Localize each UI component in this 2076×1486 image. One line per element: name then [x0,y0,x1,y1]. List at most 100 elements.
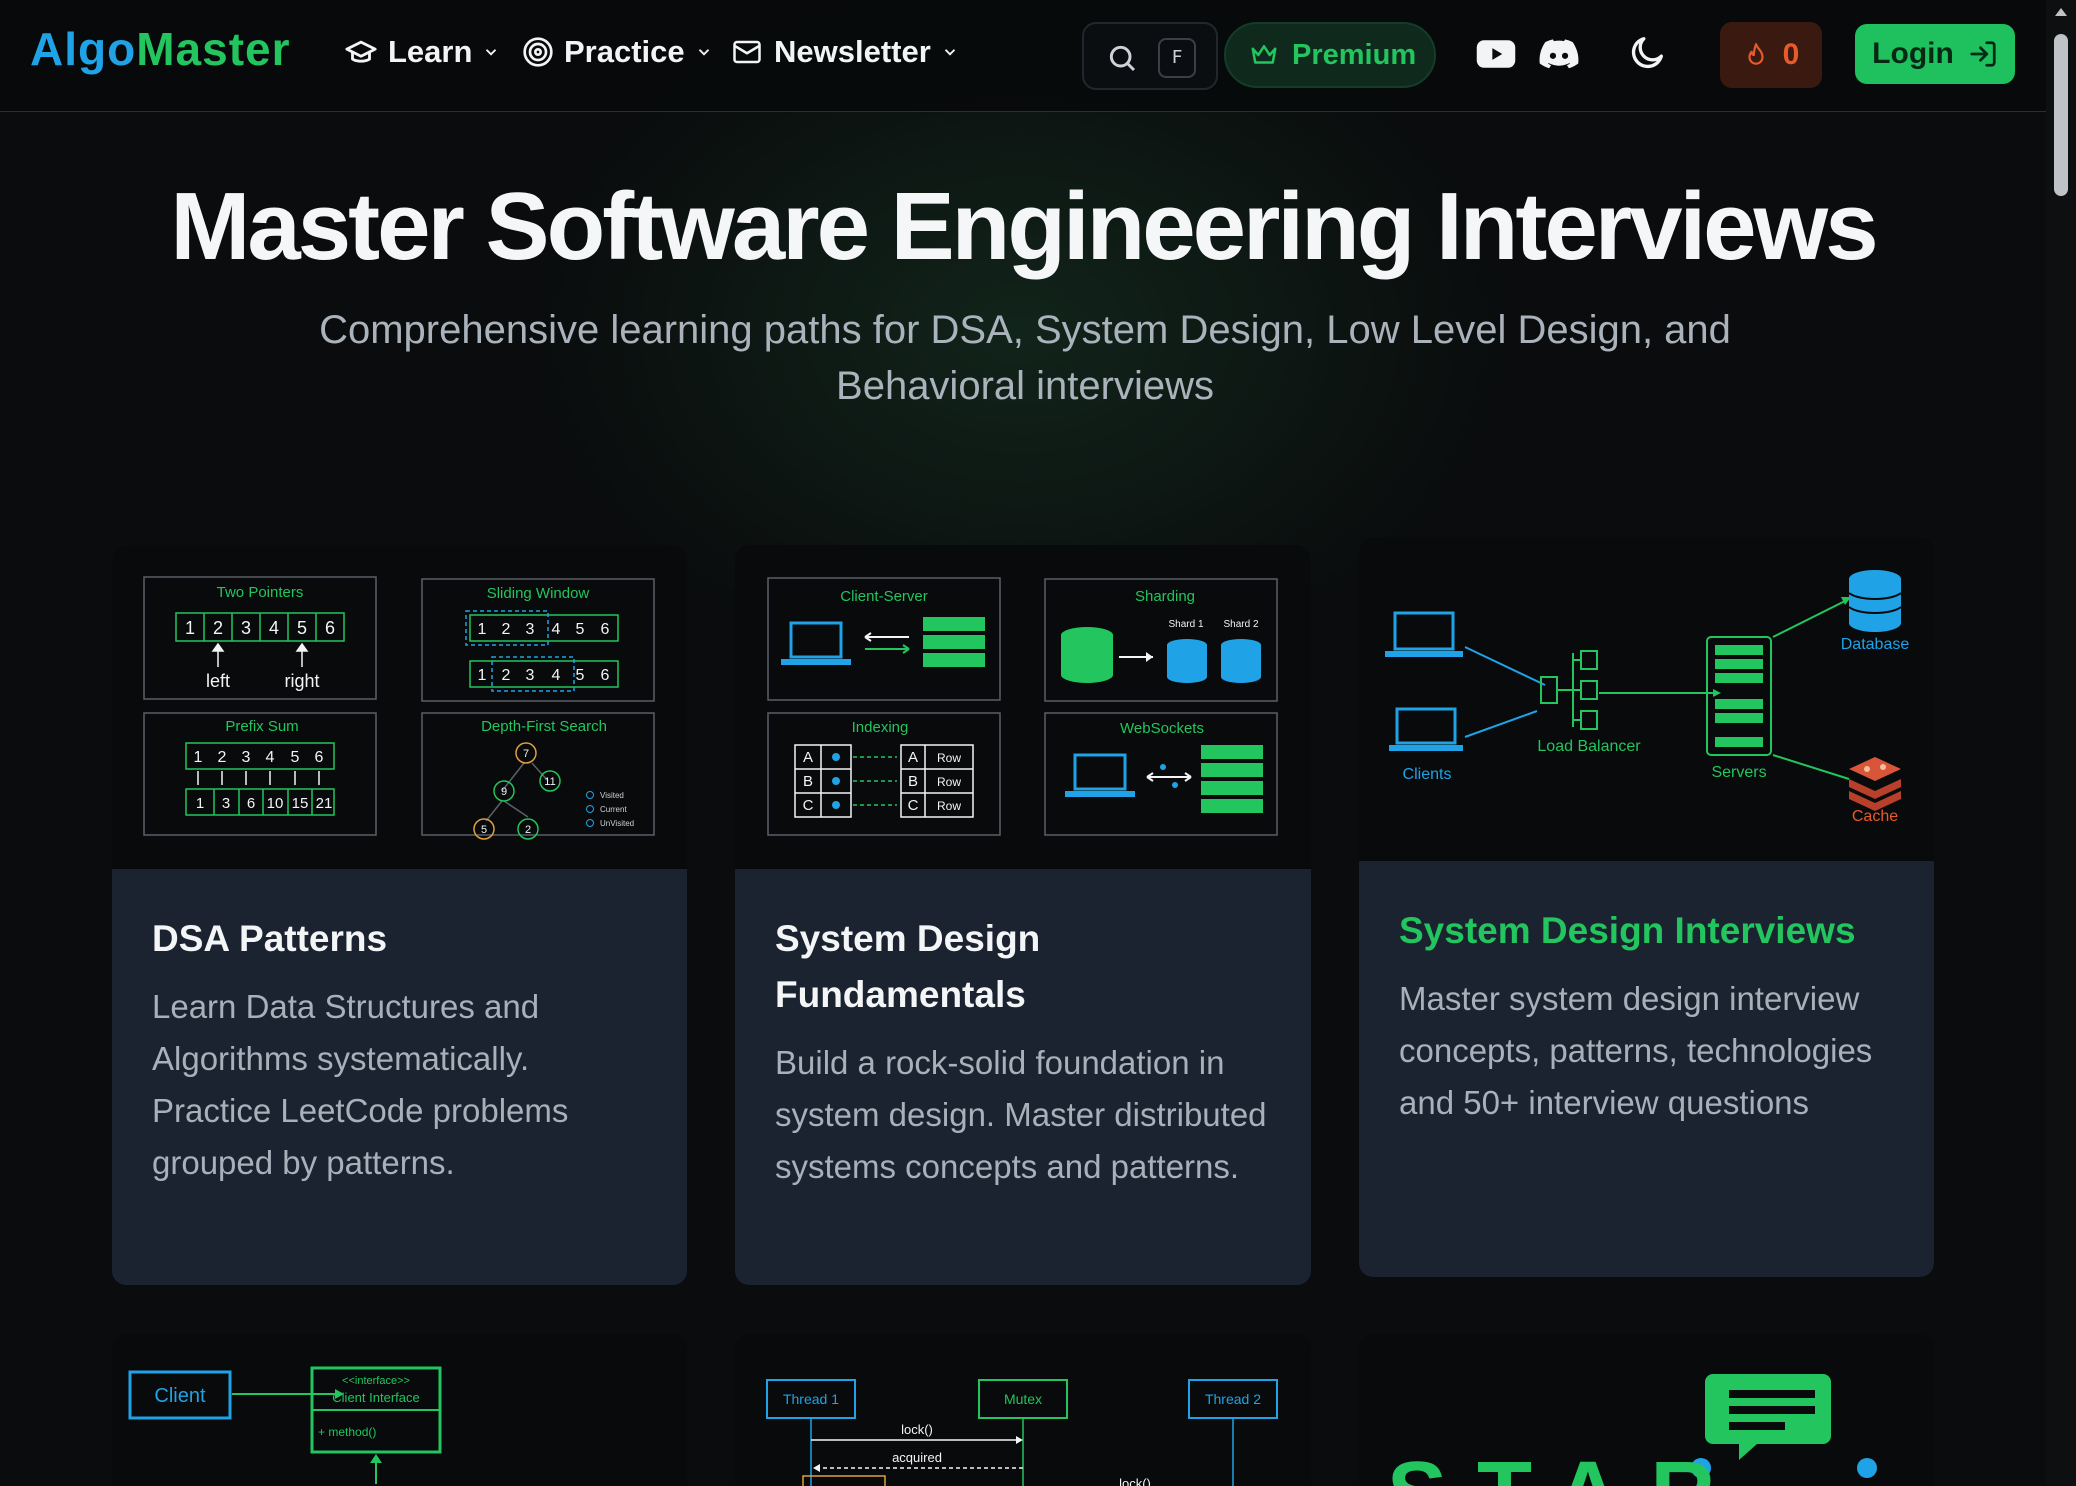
row-label: Row [937,775,961,789]
logo[interactable]: AlgoMaster [30,22,291,76]
search-icon [1109,45,1136,72]
card-system-design-fundamentals[interactable]: Client-Server Sharding Indexing WebSocke… [735,545,1311,1285]
mutex-label: Mutex [1004,1391,1042,1407]
card-system-design-interviews[interactable]: Clients Load Balancer Servers Database C… [1359,537,1934,1277]
crown-icon [1251,45,1277,64]
svg-text:6: 6 [247,795,255,812]
graduation-cap-icon [345,40,377,63]
sd-fundamentals-illustration: Client-Server Sharding Indexing WebSocke… [735,545,1311,869]
nav-newsletter-label: Newsletter [774,34,931,69]
svg-text:21: 21 [316,795,333,812]
svg-text:3: 3 [241,618,251,638]
svg-text:A: A [803,749,813,766]
scrollbar-thumb[interactable] [2054,34,2068,196]
card-description: Learn Data Structures and Algorithms sys… [152,988,569,1181]
scroll-up-arrow[interactable] [2055,8,2067,16]
visited-legend: Visited [600,791,624,800]
youtube-link[interactable] [1474,32,1518,81]
page-scrollbar[interactable] [2046,0,2076,1486]
behavioral-illustration: STAR [1387,1374,1877,1486]
svg-text:4: 4 [266,749,275,766]
sd-interviews-illustration: Clients Load Balancer Servers Database C… [1359,537,1934,861]
database-label: Database [1841,636,1910,653]
page: AlgoMaster Learn Practice Newsletter F P… [0,0,2046,1486]
card-behavioral[interactable]: STAR [1359,1334,1934,1486]
svg-text:10: 10 [267,795,284,812]
card-description: Master system design interview concepts,… [1399,980,1873,1121]
svg-text:2: 2 [502,667,511,684]
svg-text:6: 6 [601,667,610,684]
row-label: Row [937,799,961,813]
svg-text:5: 5 [576,621,585,638]
theme-toggle[interactable] [1628,32,1668,77]
row-label: Row [937,751,961,765]
interface-tag: <<interface>> [342,1375,410,1387]
streak-counter[interactable]: 0 [1720,22,1822,88]
svg-text:4: 4 [552,667,561,684]
svg-text:6: 6 [601,621,610,638]
card-description: Build a rock-solid foundation in system … [775,1044,1267,1185]
search-shortcut-key: F [1158,38,1196,78]
sliding-window-label: Sliding Window [487,585,590,602]
svg-text:4: 4 [552,621,561,638]
svg-text:3: 3 [222,795,230,812]
thread2-label: Thread 2 [1205,1391,1261,1407]
svg-text:4: 4 [269,618,279,638]
svg-text:9: 9 [501,786,507,798]
card-dsa-patterns[interactable]: Two Pointers Sliding Window Prefix Sum D… [112,545,687,1285]
nav-learn[interactable]: Learn [344,34,500,70]
indexing-label: Indexing [852,719,909,736]
svg-text:B: B [803,773,813,790]
client-server-label: Client-Server [840,588,928,605]
svg-text:6: 6 [315,749,324,766]
hero-title: Master Software Engineering Interviews [170,173,1878,280]
flame-icon [1748,43,1764,65]
svg-text:2: 2 [213,618,223,638]
premium-button[interactable]: Premium [1224,22,1436,88]
logo-part-2: Master [136,23,291,75]
prefix-sum-label: Prefix Sum [225,718,298,735]
svg-text:5: 5 [576,667,585,684]
discord-icon [1539,39,1579,69]
servers-label: Servers [1711,764,1766,781]
logo-part-1: Algo [30,23,137,75]
star-method-label: STAR [1387,1444,1745,1486]
concurrency-illustration: Thread 1 Mutex Thread 2 lock() acquired … [766,1379,1278,1486]
nav-learn-label: Learn [388,34,473,69]
svg-text:5: 5 [481,824,487,836]
svg-text:1: 1 [196,795,204,812]
nav-practice-label: Practice [564,34,685,69]
svg-text:3: 3 [526,667,535,684]
search-button[interactable]: F [1082,22,1218,90]
svg-text:B: B [908,773,918,790]
top-nav-bar: AlgoMaster Learn Practice Newsletter F P… [0,0,2046,112]
svg-text:1: 1 [478,621,487,638]
card-concurrency[interactable]: Thread 1 Mutex Thread 2 lock() acquired … [735,1334,1311,1486]
shard1-label: Shard 1 [1168,619,1203,630]
load-balancer-label: Load Balancer [1537,738,1641,755]
svg-text:5: 5 [297,618,307,638]
nav-practice[interactable]: Practice [522,34,713,70]
login-button[interactable]: Login [1855,24,2015,84]
discord-link[interactable] [1536,32,1582,81]
sharding-label: Sharding [1135,588,1195,605]
lock-call-2-label: lock() [1119,1476,1151,1486]
youtube-icon [1476,40,1516,68]
dsa-illustration: Two Pointers Sliding Window Prefix Sum D… [112,545,687,869]
svg-text:1: 1 [185,618,195,638]
card-low-level-design[interactable]: Client <<interface>> Client Interface + … [112,1334,687,1486]
card-title: DSA Patterns [152,918,388,959]
svg-text:3: 3 [526,621,535,638]
moon-icon [1631,37,1663,69]
login-label: Login [1872,37,1954,70]
unvisited-legend: UnVisited [600,819,634,828]
nav-newsletter[interactable]: Newsletter [730,34,959,70]
current-legend: Current [600,805,627,814]
target-icon [523,37,553,67]
thread1-label: Thread 1 [783,1391,839,1407]
svg-text:11: 11 [544,776,555,788]
card-title: System Design Interviews [1399,910,1856,951]
lld-illustration: Client <<interface>> Client Interface + … [128,1366,442,1484]
svg-text:C: C [908,797,919,814]
websockets-label: WebSockets [1120,720,1204,737]
